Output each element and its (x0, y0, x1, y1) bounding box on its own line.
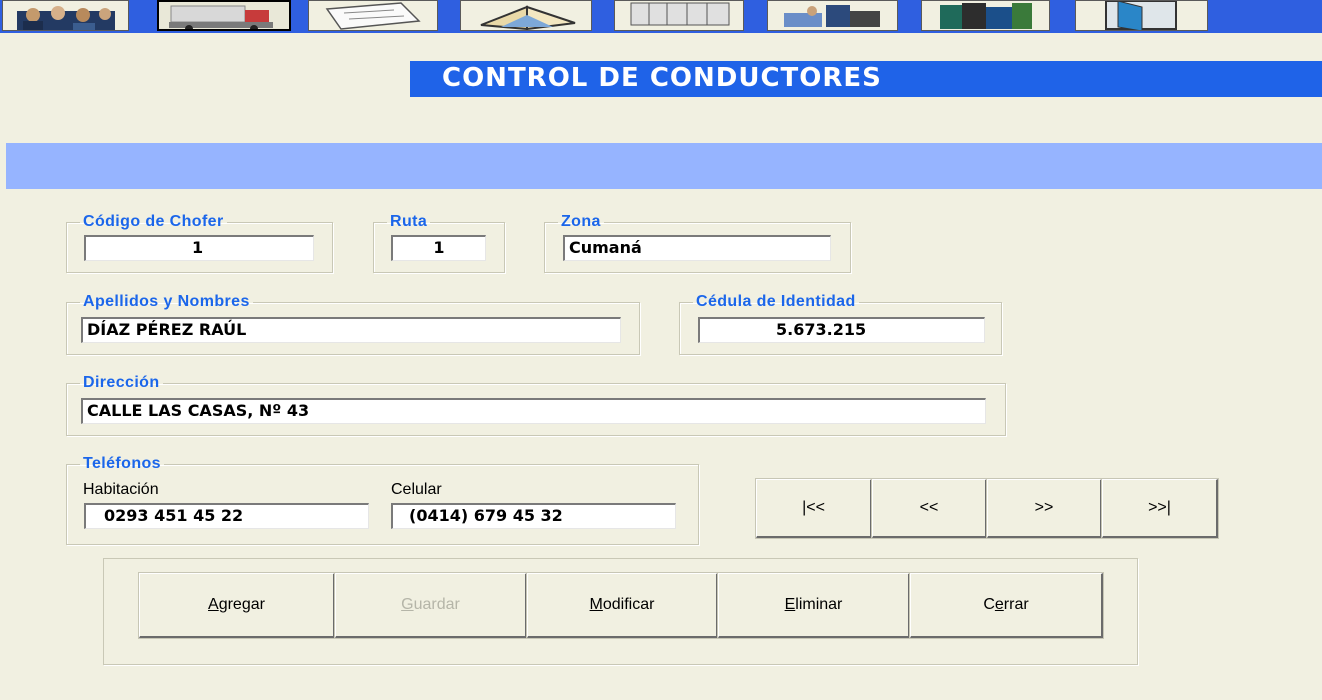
people-icon (17, 6, 115, 30)
truck-button[interactable] (157, 0, 291, 31)
direccion-field[interactable]: CALLE LAS CASAS, Nº 43 (81, 398, 986, 424)
cerrar-prefix: C (983, 596, 995, 613)
telefonos-legend: Teléfonos (83, 455, 161, 472)
cedula-legend: Cédula de Identidad (696, 293, 856, 310)
modificar-label: odificar (602, 596, 655, 613)
modificar-mnemonic: M (589, 596, 603, 613)
zona-legend: Zona (561, 213, 601, 230)
agregar-label: gregar (218, 596, 265, 613)
open-book-icon (480, 5, 576, 30)
guardar-mnemonic: G (401, 596, 414, 613)
door-icon (1105, 1, 1177, 30)
habitacion-field[interactable]: 0293 451 45 22 (84, 503, 369, 529)
cedula-field[interactable]: 5.673.215 (698, 317, 985, 343)
codigo-field[interactable]: 1 (84, 235, 314, 261)
telefonos-group: Teléfonos (66, 455, 699, 545)
nombres-legend: Apellidos y Nombres (83, 293, 250, 310)
agregar-mnemonic: A (208, 596, 219, 613)
ruta-field[interactable]: 1 (391, 235, 486, 261)
modificar-button[interactable]: Modificar (526, 572, 719, 639)
exit-button[interactable] (1075, 0, 1208, 31)
agregar-button[interactable]: Agregar (138, 572, 336, 639)
celular-label: Celular (391, 481, 442, 498)
habitacion-label: Habitación (83, 481, 159, 498)
books-icon (630, 2, 730, 26)
guardar-button[interactable]: Guardar (334, 572, 528, 639)
cerrar-label: rrar (1003, 596, 1029, 613)
next-record-button[interactable]: >> (986, 478, 1103, 539)
handshake-icon (784, 5, 880, 27)
nombres-field[interactable]: DÍAZ PÉREZ RAÚL (81, 317, 621, 343)
celular-field[interactable]: (0414) 679 45 32 (391, 503, 676, 529)
first-record-button[interactable]: |<< (755, 478, 873, 539)
book-button[interactable] (460, 0, 592, 31)
codigo-legend: Código de Chofer (83, 213, 224, 230)
page-title: CONTROL DE CONDUCTORES (410, 61, 1322, 97)
eliminar-button[interactable]: Eliminar (717, 572, 911, 639)
handshake-button[interactable] (767, 0, 898, 31)
document-icon (325, 2, 421, 30)
eliminar-label: liminar (795, 596, 843, 613)
library-icon (940, 3, 1032, 29)
record-navigator-band (6, 143, 1322, 189)
zona-field[interactable]: Cumaná (563, 235, 831, 261)
last-record-button[interactable]: >>| (1101, 478, 1219, 539)
direccion-legend: Dirección (83, 374, 160, 391)
people-button[interactable] (2, 0, 129, 31)
guardar-label: uardar (413, 596, 460, 613)
truck-icon (169, 5, 273, 29)
books-button[interactable] (614, 0, 744, 31)
document-button[interactable] (308, 0, 438, 31)
previous-record-button[interactable]: << (871, 478, 988, 539)
cerrar-button[interactable]: Cerrar (909, 572, 1104, 639)
toolbar (0, 0, 1322, 33)
ruta-legend: Ruta (390, 213, 428, 230)
eliminar-mnemonic: E (784, 596, 796, 613)
library-button[interactable] (921, 0, 1050, 31)
cerrar-mnemonic: e (994, 596, 1004, 613)
